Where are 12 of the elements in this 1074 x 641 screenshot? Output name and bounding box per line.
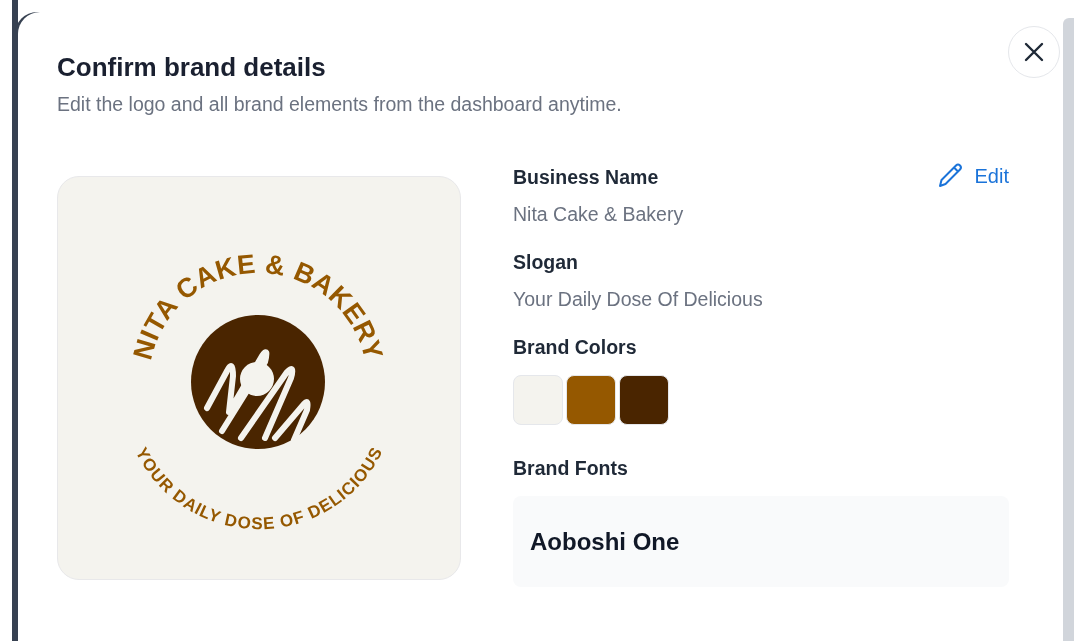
close-button[interactable]	[1008, 26, 1060, 78]
dialog-title: Confirm brand details	[57, 52, 327, 83]
close-icon	[1023, 41, 1045, 63]
edit-button[interactable]: Edit	[934, 161, 1009, 191]
field-label: Slogan	[513, 250, 579, 275]
field-label: Brand Colors	[513, 335, 638, 360]
field-value: Nita Cake & Bakery	[513, 202, 684, 227]
field-label: Brand Fonts	[513, 456, 629, 481]
font-preview: Aoboshi One	[513, 496, 1009, 587]
field-value: Your Daily Dose Of Delicious	[513, 287, 763, 312]
field-label: Business Name	[513, 165, 660, 190]
dialog-subtitle: Edit the logo and all brand elements from the dashboard anytime.	[57, 93, 622, 116]
